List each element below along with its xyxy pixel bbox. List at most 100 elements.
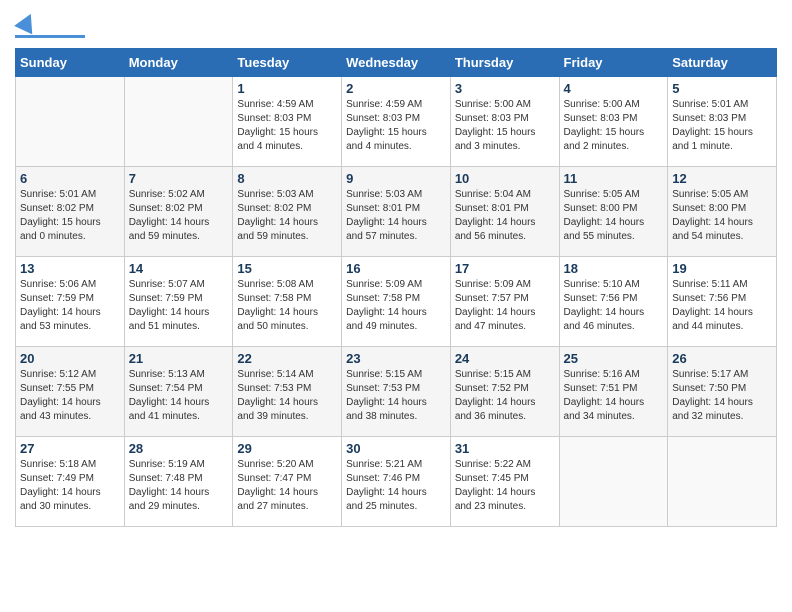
day-number: 1 (237, 81, 337, 96)
day-info: Sunrise: 5:00 AM Sunset: 8:03 PM Dayligh… (455, 98, 555, 154)
weekday-header: Wednesday (342, 49, 451, 77)
day-info: Sunrise: 5:10 AM Sunset: 7:56 PM Dayligh… (564, 278, 664, 334)
day-number: 24 (455, 351, 555, 366)
calendar-cell: 6Sunrise: 5:01 AM Sunset: 8:02 PM Daylig… (16, 167, 125, 257)
day-info: Sunrise: 4:59 AM Sunset: 8:03 PM Dayligh… (237, 98, 337, 154)
day-number: 17 (455, 261, 555, 276)
calendar-cell: 11 Sunrise: 5:05 AM Sunset: 8:00 PM Dayli… (559, 167, 668, 257)
calendar-cell: 16Sunrise: 5:09 AM Sunset: 7:58 PM Dayli… (342, 257, 451, 347)
day-info: Sunrise: 5:12 AM Sunset: 7:55 PM Dayligh… (20, 368, 120, 424)
weekday-header-row: SundayMondayTuesdayWednesdayThursdayFrid… (16, 49, 777, 77)
day-info: Sunrise: 5:05 AM Sunset: 8:00 PM Dayligh… (564, 188, 664, 244)
day-info: Sunrise: 5:14 AM Sunset: 7:53 PM Dayligh… (237, 368, 337, 424)
day-info: Sunrise: 5:03 AM Sunset: 8:02 PM Dayligh… (237, 188, 337, 244)
weekday-header: Thursday (450, 49, 559, 77)
day-info: Sunrise: 5:01 AM Sunset: 8:03 PM Dayligh… (672, 98, 772, 154)
day-info: Sunrise: 5:16 AM Sunset: 7:51 PM Dayligh… (564, 368, 664, 424)
day-number: 5 (672, 81, 772, 96)
logo-underline (15, 35, 85, 38)
calendar-week-row: 13 Sunrise: 5:06 AM Sunset: 7:59 PM Dayli… (16, 257, 777, 347)
calendar-week-row: 1 Sunrise: 4:59 AM Sunset: 8:03 PM Daylig… (16, 77, 777, 167)
weekday-header: Friday (559, 49, 668, 77)
calendar-cell: 18 Sunrise: 5:10 AM Sunset: 7:56 PM Dayli… (559, 257, 668, 347)
day-info: Sunrise: 5:13 AM Sunset: 7:54 PM Dayligh… (129, 368, 229, 424)
calendar-cell: 26Sunrise: 5:17 AM Sunset: 7:50 PM Dayli… (668, 347, 777, 437)
calendar-cell: 4 Sunrise: 5:00 AM Sunset: 8:03 PM Daylig… (559, 77, 668, 167)
day-number: 25 (564, 351, 664, 366)
day-number: 15 (237, 261, 337, 276)
day-info: Sunrise: 5:15 AM Sunset: 7:52 PM Dayligh… (455, 368, 555, 424)
day-number: 9 (346, 171, 446, 186)
weekday-header: Tuesday (233, 49, 342, 77)
day-number: 12 (672, 171, 772, 186)
calendar-cell: 8 Sunrise: 5:03 AM Sunset: 8:02 PM Daylig… (233, 167, 342, 257)
weekday-header: Monday (124, 49, 233, 77)
calendar-cell: 21Sunrise: 5:13 AM Sunset: 7:54 PM Dayli… (124, 347, 233, 437)
calendar-cell: 5 Sunrise: 5:01 AM Sunset: 8:03 PM Daylig… (668, 77, 777, 167)
calendar-table: SundayMondayTuesdayWednesdayThursdayFrid… (15, 48, 777, 527)
day-info: Sunrise: 5:18 AM Sunset: 7:49 PM Dayligh… (20, 458, 120, 514)
calendar-cell: 20 Sunrise: 5:12 AM Sunset: 7:55 PM Dayli… (16, 347, 125, 437)
calendar-week-row: 6Sunrise: 5:01 AM Sunset: 8:02 PM Daylig… (16, 167, 777, 257)
calendar-cell: 1 Sunrise: 4:59 AM Sunset: 8:03 PM Daylig… (233, 77, 342, 167)
day-info: Sunrise: 5:07 AM Sunset: 7:59 PM Dayligh… (129, 278, 229, 334)
day-number: 26 (672, 351, 772, 366)
calendar-cell (16, 77, 125, 167)
calendar-week-row: 20 Sunrise: 5:12 AM Sunset: 7:55 PM Dayli… (16, 347, 777, 437)
day-info: Sunrise: 5:19 AM Sunset: 7:48 PM Dayligh… (129, 458, 229, 514)
calendar-cell: 15Sunrise: 5:08 AM Sunset: 7:58 PM Dayli… (233, 257, 342, 347)
calendar-cell: 22 Sunrise: 5:14 AM Sunset: 7:53 PM Dayli… (233, 347, 342, 437)
calendar-cell: 12 Sunrise: 5:05 AM Sunset: 8:00 PM Dayli… (668, 167, 777, 257)
day-info: Sunrise: 5:04 AM Sunset: 8:01 PM Dayligh… (455, 188, 555, 244)
calendar-cell: 9 Sunrise: 5:03 AM Sunset: 8:01 PM Daylig… (342, 167, 451, 257)
day-info: Sunrise: 5:06 AM Sunset: 7:59 PM Dayligh… (20, 278, 120, 334)
calendar-cell: 31Sunrise: 5:22 AM Sunset: 7:45 PM Dayli… (450, 437, 559, 527)
day-number: 20 (20, 351, 120, 366)
calendar-week-row: 27 Sunrise: 5:18 AM Sunset: 7:49 PM Dayli… (16, 437, 777, 527)
day-number: 22 (237, 351, 337, 366)
weekday-header: Saturday (668, 49, 777, 77)
day-number: 3 (455, 81, 555, 96)
calendar-cell: 28 Sunrise: 5:19 AM Sunset: 7:48 PM Dayli… (124, 437, 233, 527)
calendar-cell: 30Sunrise: 5:21 AM Sunset: 7:46 PM Dayli… (342, 437, 451, 527)
calendar-cell: 13 Sunrise: 5:06 AM Sunset: 7:59 PM Dayli… (16, 257, 125, 347)
day-number: 19 (672, 261, 772, 276)
calendar-cell: 3 Sunrise: 5:00 AM Sunset: 8:03 PM Daylig… (450, 77, 559, 167)
day-info: Sunrise: 5:20 AM Sunset: 7:47 PM Dayligh… (237, 458, 337, 514)
day-info: Sunrise: 5:05 AM Sunset: 8:00 PM Dayligh… (672, 188, 772, 244)
day-number: 6 (20, 171, 120, 186)
day-number: 18 (564, 261, 664, 276)
day-number: 28 (129, 441, 229, 456)
day-info: Sunrise: 5:15 AM Sunset: 7:53 PM Dayligh… (346, 368, 446, 424)
day-number: 10 (455, 171, 555, 186)
day-number: 14 (129, 261, 229, 276)
day-number: 4 (564, 81, 664, 96)
weekday-header: Sunday (16, 49, 125, 77)
calendar-cell (559, 437, 668, 527)
calendar-cell: 23 Sunrise: 5:15 AM Sunset: 7:53 PM Dayli… (342, 347, 451, 437)
calendar-cell: 25 Sunrise: 5:16 AM Sunset: 7:51 PM Dayli… (559, 347, 668, 437)
calendar-cell: 14 Sunrise: 5:07 AM Sunset: 7:59 PM Dayli… (124, 257, 233, 347)
day-info: Sunrise: 4:59 AM Sunset: 8:03 PM Dayligh… (346, 98, 446, 154)
calendar-cell (124, 77, 233, 167)
calendar-cell: 10 Sunrise: 5:04 AM Sunset: 8:01 PM Dayli… (450, 167, 559, 257)
calendar-cell: 2Sunrise: 4:59 AM Sunset: 8:03 PM Daylig… (342, 77, 451, 167)
day-number: 27 (20, 441, 120, 456)
day-info: Sunrise: 5:09 AM Sunset: 7:57 PM Dayligh… (455, 278, 555, 334)
day-number: 11 (564, 171, 664, 186)
calendar-cell: 29Sunrise: 5:20 AM Sunset: 7:47 PM Dayli… (233, 437, 342, 527)
day-info: Sunrise: 5:21 AM Sunset: 7:46 PM Dayligh… (346, 458, 446, 514)
day-number: 7 (129, 171, 229, 186)
day-number: 16 (346, 261, 446, 276)
day-number: 23 (346, 351, 446, 366)
day-info: Sunrise: 5:02 AM Sunset: 8:02 PM Dayligh… (129, 188, 229, 244)
day-info: Sunrise: 5:11 AM Sunset: 7:56 PM Dayligh… (672, 278, 772, 334)
day-number: 13 (20, 261, 120, 276)
day-info: Sunrise: 5:03 AM Sunset: 8:01 PM Dayligh… (346, 188, 446, 244)
logo (15, 15, 85, 38)
calendar-cell: 7 Sunrise: 5:02 AM Sunset: 8:02 PM Daylig… (124, 167, 233, 257)
calendar-cell: 19 Sunrise: 5:11 AM Sunset: 7:56 PM Dayli… (668, 257, 777, 347)
day-info: Sunrise: 5:22 AM Sunset: 7:45 PM Dayligh… (455, 458, 555, 514)
day-number: 8 (237, 171, 337, 186)
day-info: Sunrise: 5:00 AM Sunset: 8:03 PM Dayligh… (564, 98, 664, 154)
